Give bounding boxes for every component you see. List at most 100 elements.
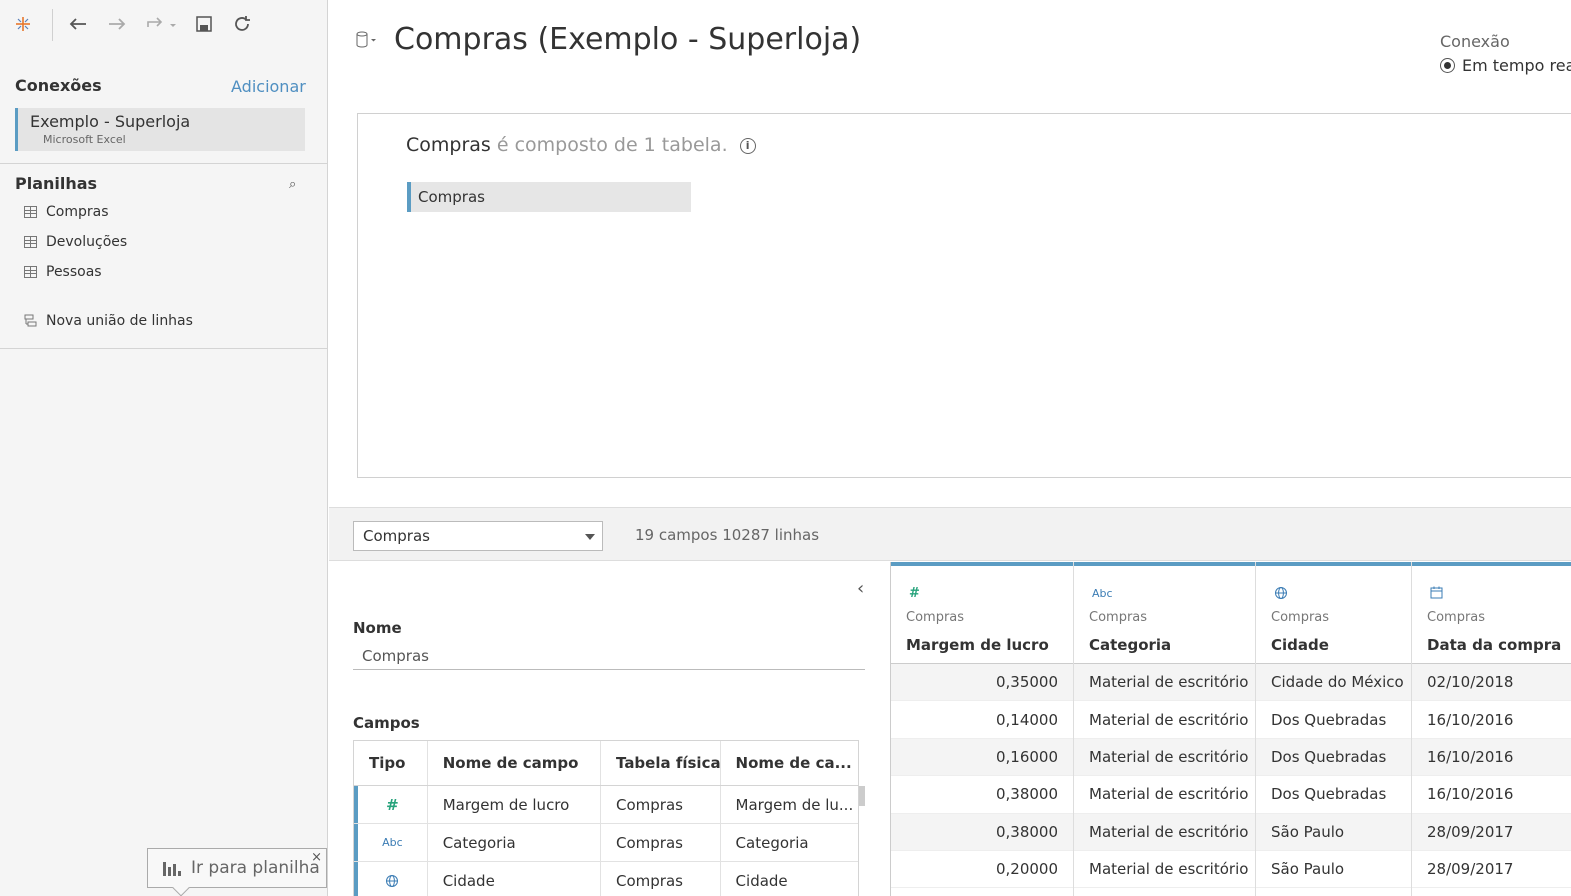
grid-column-name[interactable]: Margem de lucro [906,636,1049,654]
grid-column: Abc Compras Categoria Material de escritóri… [1074,562,1256,896]
grid-column-name[interactable]: Categoria [1089,636,1171,654]
table-row[interactable]: Cidade Compras Cidade [354,862,858,896]
datasource-menu-icon[interactable] [355,30,377,50]
sidebar-divider [0,348,328,349]
number-type-icon[interactable]: # [909,586,920,601]
grid-cell: Material de escritório [1074,813,1255,851]
collapse-panel-icon[interactable]: ‹ [857,578,864,599]
grid-cell: 28/09/2017 [1412,813,1571,851]
union-icon [24,314,37,327]
grid-column-header[interactable]: Compras Cidade [1256,562,1411,664]
grid-column-name[interactable]: Cidade [1271,636,1329,654]
grid-cell: 0,20000 [891,851,1073,889]
table-icon [24,206,37,218]
connections-title: Conexões [15,76,102,95]
grid-cell: Material de escritório [1074,776,1255,814]
data-grid-columns: # Compras Margem de lucro 0,35000 0,14000 0,1… [891,562,1571,896]
grid-column: Compras Data da compra 02/10/2018 16/10/201… [1412,562,1571,896]
grid-cell: São Paulo [1256,813,1411,851]
grid-column-source: Compras [1089,610,1148,625]
grid-column: # Compras Margem de lucro 0,35000 0,14000 0,1… [891,562,1074,896]
connection-mode-label: Conexão [1440,32,1510,51]
go-to-sheet-label: Ir para planilha [191,858,320,878]
search-icon[interactable]: ⌕ [289,177,296,192]
grid-cell: 16/10/2016 [1412,738,1571,777]
sheet-item-pessoas[interactable]: Pessoas [24,260,102,284]
number-type-icon[interactable]: # [354,786,428,823]
name-label: Nome [353,619,402,637]
toolbar [0,0,328,50]
join-canvas[interactable]: Compras é composto de 1 tabela. i Compra… [357,113,1571,478]
grid-cell: 28/09/2017 [1412,851,1571,889]
canvas-description: Compras é composto de 1 tabela. i [406,134,756,156]
table-selector-value: Compras [363,527,430,545]
grid-cell: 16/10/2016 [1412,776,1571,814]
sheet-item-devolucoes[interactable]: Devoluções [24,230,127,254]
grid-column-header[interactable]: Abc Compras Categoria [1074,562,1255,664]
grid-cell: 0,35000 [891,664,1073,702]
save-icon[interactable] [192,12,216,36]
grid-cell: Dos Quebradas [1256,776,1411,814]
redo-icon[interactable] [105,12,129,36]
calendar-icon[interactable] [1430,586,1443,603]
canvas-table-compras[interactable]: Compras [407,182,691,212]
field-name[interactable]: Cidade [428,862,601,896]
canvas-composition-text: é composto de 1 tabela. [496,134,728,156]
fields-header-row: Tipo Nome de campo Tabela física Nome de… [354,741,858,786]
globe-icon[interactable] [1274,586,1288,604]
col-header-physical-table[interactable]: Tabela física [601,741,721,785]
add-connection-link[interactable]: Adicionar [231,77,306,96]
new-union-item[interactable]: Nova união de linhas [24,309,193,333]
field-name[interactable]: Margem de lucro [428,786,601,823]
table-row[interactable]: # Margem de lucro Compras Margem de lu..… [354,786,858,824]
grid-column-header[interactable]: Compras Data da compra [1412,562,1571,664]
new-union-label: Nova união de linhas [46,313,193,329]
field-row-counts: 19 campos 10287 linhas [635,526,820,544]
col-header-remote-name[interactable]: Nome de ca... [721,741,858,785]
globe-icon[interactable] [354,862,428,896]
live-connection-radio[interactable]: Em tempo real [1440,56,1571,75]
grid-cell: Material de escritório [1074,701,1255,739]
canvas-table-name[interactable]: Compras [406,134,491,156]
remote-field-name: Cidade [735,871,788,890]
table-strip: Compras 19 campos 10287 linhas [329,507,1571,561]
sheet-label: Pessoas [46,264,102,280]
physical-table: Compras [601,824,721,861]
field-name[interactable]: Categoria [428,824,601,861]
metadata-panel: ‹ Nome Campos Tipo Nome de campo Tabela … [329,562,891,896]
sheet-label: Compras [46,204,109,220]
grid-cell: 0,38000 [891,813,1073,851]
table-selector-dropdown[interactable]: Compras [353,521,603,551]
tableau-data-source-page: Conexões Adicionar Exemplo - Superloja M… [0,0,1571,896]
fields-label: Campos [353,714,420,732]
col-header-type[interactable]: Tipo [354,741,428,785]
table-icon [24,266,37,278]
replay-icon[interactable] [142,12,182,36]
string-type-icon[interactable]: Abc [354,824,428,861]
grid-cell: Dos Quebradas [1256,701,1411,739]
undo-icon[interactable] [66,12,90,36]
go-to-sheet-tooltip[interactable]: Ir para planilha × [147,848,327,896]
grid-column-header[interactable]: # Compras Margem de lucro [891,562,1073,664]
table-icon [24,236,37,248]
grid-cell: 0,38000 [891,776,1073,814]
grid-cell: Material de escritório [1074,664,1255,702]
sheet-item-compras[interactable]: Compras [24,200,109,224]
grid-cell: Cidade do México [1256,664,1411,702]
remote-field-name: Margem de lu... [735,795,854,814]
grid-cell: 0,14000 [891,701,1073,739]
grid-cell: Dos Quebradas [1256,738,1411,777]
fields-scrollbar[interactable] [859,786,865,806]
close-icon[interactable]: × [311,850,322,865]
table-row[interactable]: Abc Categoria Compras Categoria [354,824,858,862]
table-name-input[interactable] [353,642,865,670]
physical-table: Compras [601,862,721,896]
info-icon[interactable]: i [739,137,756,154]
col-header-field-name[interactable]: Nome de campo [428,741,602,785]
tableau-logo-icon[interactable] [11,12,35,36]
string-type-icon[interactable]: Abc [1092,586,1113,601]
grid-column-name[interactable]: Data da compra [1427,636,1561,654]
page-title[interactable]: Compras (Exemplo - Superloja) [394,22,861,57]
refresh-icon[interactable] [230,12,254,36]
connection-item[interactable]: Exemplo - Superloja Microsoft Excel [15,108,305,151]
